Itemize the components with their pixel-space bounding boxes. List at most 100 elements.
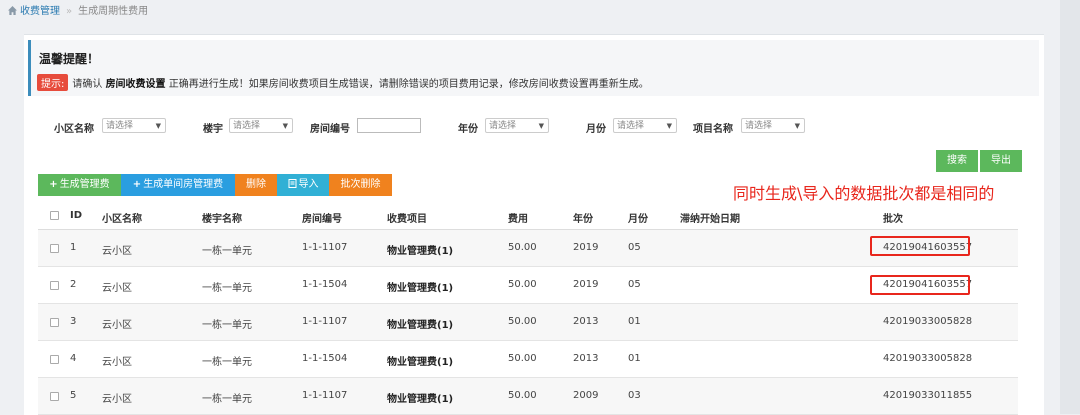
chevron-down-icon: ▼ — [666, 122, 672, 130]
notice-text: 提示: 请确认 房间收费设置 正确再进行生成！如果房间收费项目生成错误，请删除错误… — [37, 74, 649, 91]
month-label: 月份 — [586, 124, 606, 135]
cell-year: 2013 — [573, 353, 599, 364]
year-select[interactable]: 请选择 ▼ — [485, 118, 549, 133]
cell-community: 云小区 — [102, 357, 132, 368]
community-label: 小区名称 — [54, 124, 94, 135]
generate-management-fee-button[interactable]: + 生成管理费 — [38, 174, 121, 196]
col-fee: 费用 — [508, 214, 528, 225]
table-row[interactable]: 5 云小区 一栋一单元 1-1-1107 物业管理费(1) 50.00 2009 03 4201… — [38, 378, 1018, 415]
item-select[interactable]: 请选择 ▼ — [741, 118, 805, 133]
cell-batch: 42019033005828 — [883, 353, 973, 364]
building-label: 楼宇 — [203, 124, 223, 135]
delete-button[interactable]: 删除 — [235, 174, 277, 196]
table-row[interactable]: 3 云小区 一栋一单元 1-1-1107 物业管理费(1) 50.00 2013 01 4201… — [38, 304, 1018, 341]
tip-badge: 提示: — [37, 74, 69, 91]
row-checkbox[interactable] — [50, 392, 59, 401]
row-checkbox[interactable] — [50, 244, 59, 253]
cell-building: 一栋一单元 — [202, 394, 252, 405]
select-all-checkbox[interactable] — [50, 211, 59, 220]
col-building: 楼宇名称 — [202, 214, 242, 225]
notice-bold: 房间收费设置 — [105, 79, 166, 90]
cell-item: 物业管理费(1) — [387, 283, 454, 294]
year-select-value: 请选择 — [489, 121, 517, 131]
room-input[interactable] — [357, 118, 421, 133]
chevron-down-icon: ▼ — [155, 122, 161, 130]
chevron-down-icon: ▼ — [794, 122, 800, 130]
cell-room: 1-1-1107 — [302, 390, 348, 401]
cell-month: 05 — [628, 279, 641, 290]
export-button[interactable]: 导出 — [980, 150, 1022, 172]
cell-month: 03 — [628, 390, 641, 401]
cell-community: 云小区 — [102, 246, 132, 257]
batch-highlight-box — [870, 236, 970, 256]
cell-room: 1-1-1107 — [302, 242, 348, 253]
search-button[interactable]: 搜索 — [936, 150, 978, 172]
plus-icon: + — [49, 179, 58, 190]
cell-building: 一栋一单元 — [202, 320, 252, 331]
import-icon — [288, 179, 296, 188]
table-row[interactable]: 4 云小区 一栋一单元 1-1-1504 物业管理费(1) 50.00 2013 01 4201… — [38, 341, 1018, 378]
notice-text-before: 请确认 — [72, 79, 103, 90]
plus-icon: + — [132, 179, 142, 190]
generate-single-room-fee-button[interactable]: + 生成单间房管理费 — [121, 174, 235, 196]
import-button[interactable]: 导入 — [277, 174, 329, 196]
cell-id: 2 — [70, 279, 77, 290]
room-label: 房间编号 — [310, 124, 350, 135]
chevron-down-icon: ▼ — [538, 122, 544, 130]
generate-management-fee-label: 生成管理费 — [59, 179, 110, 190]
month-select[interactable]: 请选择 ▼ — [613, 118, 677, 133]
right-scroll-strip — [1060, 0, 1080, 414]
breadcrumb-current: 生成周期性费用 — [78, 6, 149, 17]
col-month: 月份 — [628, 214, 648, 225]
cell-room: 1-1-1107 — [302, 316, 348, 327]
building-select[interactable]: 请选择 ▼ — [229, 118, 293, 133]
home-icon — [8, 6, 17, 15]
col-id: ID — [70, 210, 83, 221]
col-community: 小区名称 — [102, 214, 142, 225]
col-room: 房间编号 — [302, 214, 342, 225]
table-header: ID 小区名称 楼宇名称 房间编号 收费项目 费用 年份 月份 滞纳开始日期 批… — [0, 210, 1080, 226]
cell-building: 一栋一单元 — [202, 246, 252, 257]
month-select-value: 请选择 — [617, 121, 645, 131]
row-checkbox[interactable] — [50, 318, 59, 327]
cell-room: 1-1-1504 — [302, 279, 348, 290]
cell-fee: 50.00 — [508, 353, 537, 364]
breadcrumb: 收费管理 » 生成周期性费用 — [8, 4, 148, 20]
row-checkbox[interactable] — [50, 281, 59, 290]
col-late-date: 滞纳开始日期 — [680, 214, 740, 225]
cell-batch: 42019033011855 — [883, 390, 973, 401]
cell-community: 云小区 — [102, 320, 132, 331]
item-select-value: 请选择 — [745, 121, 773, 131]
import-label: 导入 — [298, 179, 319, 190]
cell-community: 云小区 — [102, 283, 132, 294]
cell-id: 3 — [70, 316, 77, 327]
notice-text-after: 正确再进行生成！如果房间收费项目生成错误，请删除错误的项目费用记录，修改房间收费… — [168, 79, 649, 90]
col-batch: 批次 — [883, 214, 903, 225]
cell-id: 1 — [70, 242, 77, 253]
cell-community: 云小区 — [102, 394, 132, 405]
col-item: 收费项目 — [387, 214, 427, 225]
cell-month: 05 — [628, 242, 641, 253]
chevron-down-icon: ▼ — [282, 122, 288, 130]
cell-building: 一栋一单元 — [202, 357, 252, 368]
cell-fee: 50.00 — [508, 242, 537, 253]
cell-item: 物业管理费(1) — [387, 246, 454, 257]
batch-delete-button[interactable]: 批次删除 — [329, 174, 392, 196]
generate-single-room-fee-label: 生成单间房管理费 — [143, 179, 224, 190]
annotation-text: 同时生成\导入的数据批次都是相同的 — [733, 184, 995, 203]
cell-year: 2019 — [573, 279, 599, 290]
cell-year: 2019 — [573, 242, 599, 253]
col-year: 年份 — [573, 214, 593, 225]
cell-item: 物业管理费(1) — [387, 320, 454, 331]
notice-box: 温馨提醒！ 提示: 请确认 房间收费设置 正确再进行生成！如果房间收费项目生成错误… — [28, 40, 1039, 96]
cell-month: 01 — [628, 316, 641, 327]
cell-item: 物业管理费(1) — [387, 357, 454, 368]
row-checkbox[interactable] — [50, 355, 59, 364]
notice-title: 温馨提醒！ — [39, 52, 100, 66]
item-label: 项目名称 — [693, 124, 733, 135]
cell-month: 01 — [628, 353, 641, 364]
cell-id: 4 — [70, 353, 77, 364]
community-select[interactable]: 请选择 ▼ — [102, 118, 166, 133]
cell-item: 物业管理费(1) — [387, 394, 454, 405]
breadcrumb-home[interactable]: 收费管理 — [20, 6, 60, 17]
